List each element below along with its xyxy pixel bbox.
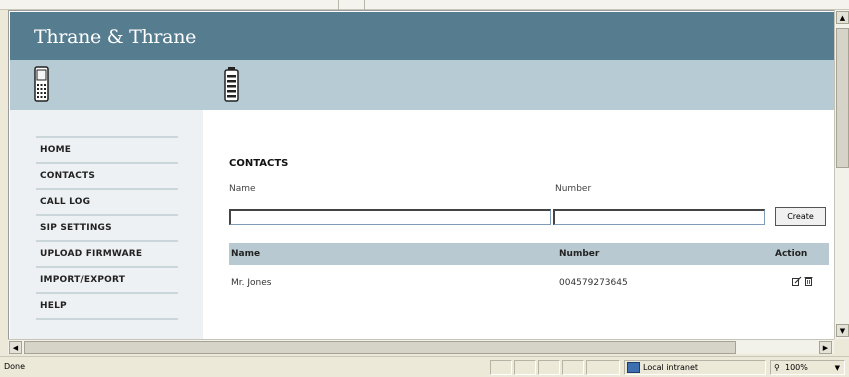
status-pane [538,360,560,375]
name-input[interactable] [229,209,551,225]
browser-toolbar-strip [0,0,849,10]
name-label: Name [229,184,256,194]
brand-logo: Thrane & Thrane [34,26,197,48]
browser-status-bar: Done Local intranet ⚲ 100% ▼ [0,356,849,377]
zoom-control[interactable]: ⚲ 100% ▼ [770,360,845,375]
sidebar-nav: HOME CONTACTS CALL LOG SIP SETTINGS UPLO… [10,110,203,339]
horizontal-scrollbar[interactable]: ◀ ▶ [8,339,834,354]
status-pane [562,360,584,375]
nav-item-call-log[interactable]: CALL LOG [36,190,178,216]
nav-item-sip-settings[interactable]: SIP SETTINGS [36,216,178,242]
scroll-down-button[interactable]: ▼ [836,324,849,337]
contacts-panel: CONTACTS Name Number Create Name Number … [203,110,834,339]
nav-item-contacts[interactable]: CONTACTS [36,164,178,190]
scroll-right-button[interactable]: ▶ [819,341,832,354]
browser-viewport: Thrane & Thrane HOME CONTACTS CALL LOG S… [8,10,834,339]
column-header-number: Number [559,249,600,259]
horizontal-scroll-thumb[interactable] [24,341,736,354]
phone-banner [10,60,834,110]
number-input[interactable] [553,209,765,225]
status-pane [514,360,536,375]
scroll-left-button[interactable]: ◀ [9,341,22,354]
number-label: Number [555,184,592,194]
vertical-scrollbar[interactable]: ▲ ▼ [834,10,849,339]
page-title: CONTACTS [229,158,289,169]
contact-name-cell: Mr. Jones [231,278,272,288]
nav-list: HOME CONTACTS CALL LOG SIP SETTINGS UPLO… [36,136,178,320]
handset-icon [34,66,49,102]
security-zone: Local intranet [624,360,766,375]
contacts-table-header: Name Number Action [229,243,829,265]
local-intranet-icon [627,362,640,373]
vertical-scroll-thumb[interactable] [836,28,849,168]
column-header-action: Action [775,249,808,259]
magnifier-icon: ⚲ [774,363,780,372]
site-header: Thrane & Thrane [10,12,834,60]
contact-number-cell: 004579273645 [559,278,628,288]
status-pane [586,360,620,375]
nav-item-upload-firmware[interactable]: UPLOAD FIRMWARE [36,242,178,268]
status-text: Done [4,362,26,371]
nav-item-home[interactable]: HOME [36,138,178,164]
edit-icon[interactable] [792,276,802,286]
battery-phone-icon [224,67,239,102]
status-pane [490,360,512,375]
delete-icon[interactable] [804,276,813,286]
zone-label: Local intranet [643,363,699,372]
scroll-up-button[interactable]: ▲ [836,11,849,24]
create-button[interactable]: Create [775,207,826,226]
nav-item-import-export[interactable]: IMPORT/EXPORT [36,268,178,294]
column-header-name: Name [231,249,261,259]
nav-item-help[interactable]: HELP [36,294,178,320]
chevron-down-icon[interactable]: ▼ [835,361,840,375]
zoom-label: 100% [785,363,808,372]
